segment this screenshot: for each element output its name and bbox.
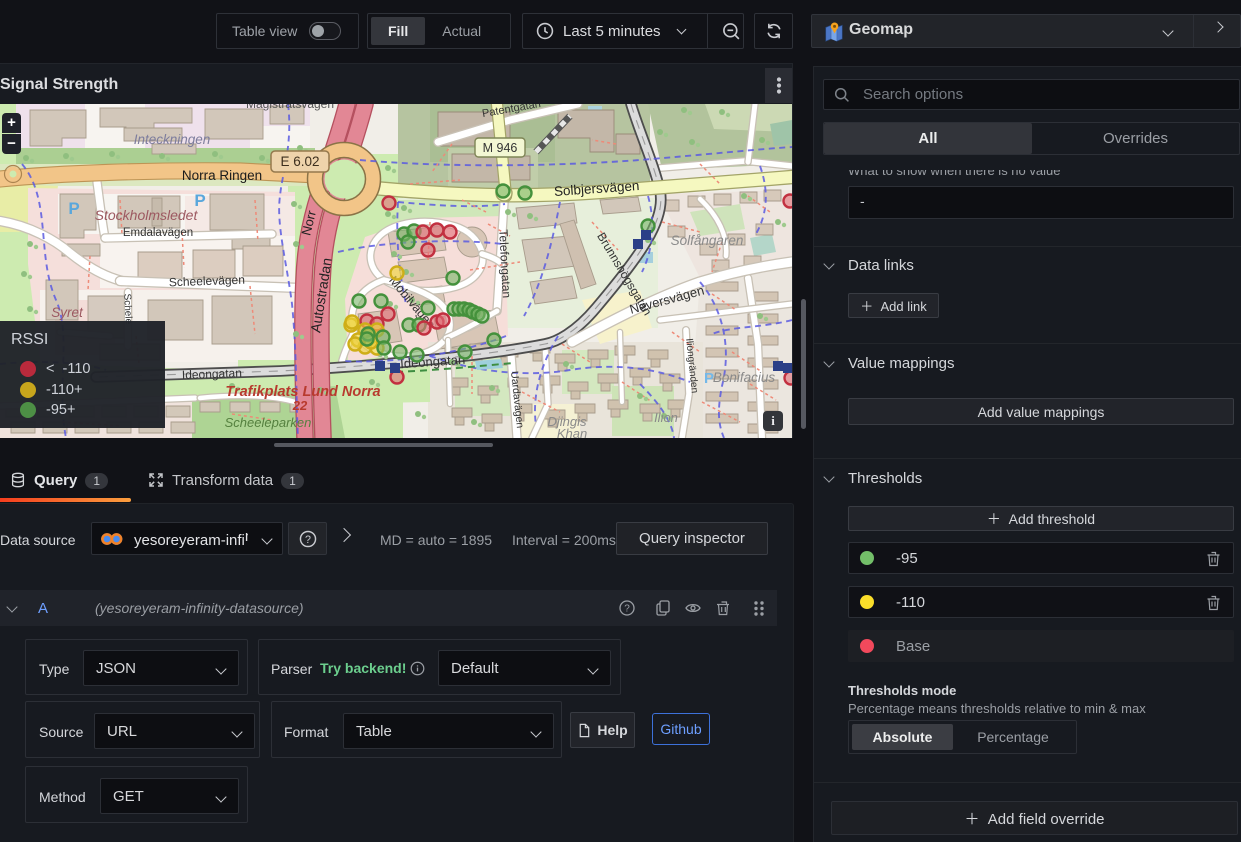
svg-text:Emdalavägen: Emdalavägen [123, 227, 193, 239]
svg-text:P: P [704, 370, 714, 387]
svg-text:Stockholmsledet: Stockholmsledet [95, 207, 199, 223]
svg-text:Bonifacius: Bonifacius [713, 370, 776, 385]
svg-text:?: ? [305, 533, 311, 545]
svg-text:P: P [194, 191, 205, 210]
svg-text:Ilion: Ilion [654, 410, 678, 425]
svg-text:Syret: Syret [51, 305, 84, 320]
svg-text:Ideongatan: Ideongatan [182, 366, 243, 382]
svg-text:Solfångaren: Solfångaren [671, 233, 744, 248]
svg-text:Inteckningen: Inteckningen [134, 132, 211, 147]
svg-text:P: P [68, 199, 79, 218]
svg-text:E 6.02: E 6.02 [280, 154, 319, 169]
svg-text:Magistratsvägen: Magistratsvägen [246, 104, 334, 111]
svg-text:Norra Ringen: Norra Ringen [182, 168, 262, 183]
svg-text:Scheelevägen: Scheelevägen [169, 273, 246, 290]
svg-text:M 946: M 946 [483, 141, 518, 155]
svg-text:22: 22 [292, 398, 308, 413]
svg-text:?: ? [624, 604, 630, 615]
svg-text:Khan: Khan [557, 426, 587, 438]
svg-text:Scheeleparken: Scheeleparken [225, 415, 312, 430]
